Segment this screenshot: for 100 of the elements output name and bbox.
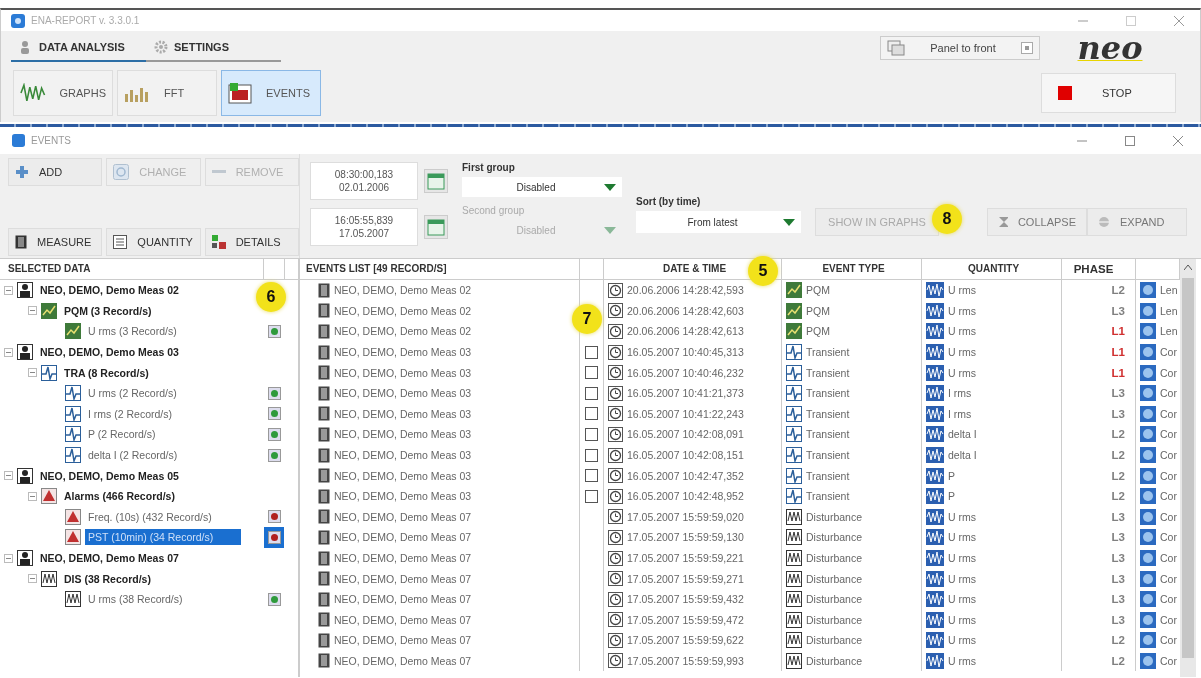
table-cell: L2 [1111, 490, 1125, 503]
stop-button[interactable]: STOP [1041, 73, 1176, 113]
clock-icon [608, 591, 623, 607]
table-cell: 16.05.2007 10:41:21,373 [627, 387, 744, 400]
table-cell: U rms [948, 634, 976, 647]
spike-icon [65, 405, 81, 422]
panel-to-front-button[interactable]: Panel to front [880, 35, 1040, 60]
view-tab[interactable]: QUANTITY [106, 228, 201, 256]
tree-item[interactable]: NEO, DEMO, Demo Meas 07 [37, 550, 182, 566]
tree-item[interactable]: PST (10min) (34 Record/s) [85, 529, 241, 546]
close-icon[interactable] [1174, 15, 1184, 26]
calendar-button[interactable] [424, 169, 448, 193]
table-cell: U rms [948, 346, 976, 359]
tree-item[interactable]: Freq. (10s) (432 Record/s) [85, 508, 215, 525]
list-icon [113, 235, 128, 249]
clock-icon [608, 509, 623, 525]
table-cell: 17.05.2007 15:59:59,622 [627, 634, 744, 647]
waveform-icon [926, 467, 944, 484]
table-cell: 16.05.2007 10:42:08,151 [627, 449, 744, 462]
tree-item[interactable]: I rms (2 Record/s) [85, 405, 175, 422]
table-cell: delta I [948, 449, 977, 462]
tree-item[interactable]: Alarms (466 Record/s) [61, 488, 178, 505]
waveform-icon [926, 364, 944, 381]
ribbon-button[interactable]: FFT [117, 70, 217, 116]
ribbon-button[interactable]: GRAPHS [13, 70, 113, 116]
tree-item[interactable]: NEO, DEMO, Demo Meas 03 [37, 344, 182, 361]
table-cell: I rms [948, 387, 972, 400]
tree-item[interactable]: P (2 Record/s) [85, 426, 159, 443]
tree-item[interactable]: NEO, DEMO, Demo Meas 02 [37, 282, 182, 299]
table-cell: PQM [806, 325, 830, 338]
table-cell: NEO, DEMO, Demo Meas 03 [334, 407, 472, 420]
table-cell: L2 [1111, 449, 1125, 462]
checkbox[interactable] [585, 366, 598, 380]
details-icon [211, 235, 226, 249]
collapse-toggle[interactable] [4, 347, 13, 357]
table-cell: L2 [1111, 655, 1125, 667]
scroll-up-icon[interactable] [1184, 265, 1192, 270]
collapse-toggle[interactable] [4, 471, 13, 481]
date-field[interactable]: 08:30:00,183 02.01.2006 [310, 162, 418, 200]
hourglass-icon [998, 216, 1008, 228]
tree-item[interactable]: PQM (3 Record/s) [61, 302, 155, 319]
waveform-icon [926, 508, 944, 525]
checkbox[interactable] [585, 469, 598, 483]
first-group-dropdown[interactable]: Disabled [462, 177, 622, 197]
collapse-toggle[interactable] [4, 553, 13, 563]
device-icon [318, 632, 330, 648]
spike-icon [786, 488, 802, 505]
waveform-icon [926, 653, 944, 669]
scrollbar[interactable] [1180, 259, 1196, 677]
field-label: Sort (by time) [636, 196, 702, 209]
close-icon[interactable] [1173, 135, 1183, 146]
tree-item[interactable]: U rms (3 Record/s) [85, 323, 180, 340]
table-cell: L3 [1111, 510, 1125, 523]
device-icon [318, 468, 330, 484]
table-cell: Transient [806, 387, 850, 400]
tree-item[interactable]: TRA (8 Record/s) [61, 364, 152, 381]
table-cell: Transient [806, 449, 850, 462]
field-label: First group [462, 162, 516, 175]
table-cell: NEO, DEMO, Demo Meas 03 [334, 428, 472, 441]
checkbox[interactable] [585, 448, 598, 462]
checkbox[interactable] [585, 345, 598, 359]
collapse-toggle[interactable] [28, 491, 37, 501]
collapse-toggle[interactable] [28, 306, 37, 316]
view-tab[interactable]: MEASURE [8, 228, 103, 256]
column-header: SELECTED DATA [0, 259, 264, 279]
table-cell: NEO, DEMO, Demo Meas 07 [334, 593, 472, 606]
waveform-icon [20, 83, 46, 103]
table-cell: Cor [1160, 346, 1177, 359]
device-icon [318, 509, 330, 525]
waveform-icon [786, 611, 802, 628]
toolbar-button[interactable]: EXPAND [1087, 208, 1187, 236]
maximize-icon[interactable] [1125, 135, 1135, 146]
checkbox[interactable] [585, 407, 598, 421]
view-tab[interactable]: DETAILS [204, 228, 299, 256]
checkbox[interactable] [585, 386, 598, 400]
tree-item[interactable]: DIS (38 Record/s) [61, 570, 154, 587]
collapse-toggle[interactable] [4, 285, 13, 295]
checkbox[interactable] [585, 489, 598, 503]
tree-item[interactable]: U rms (2 Record/s) [85, 385, 180, 402]
checkbox[interactable] [585, 427, 598, 441]
date-field[interactable]: 16:05:55,839 17.05.2007 [310, 208, 418, 246]
tree-item[interactable]: U rms (38 Record/s) [85, 591, 186, 608]
table-cell: U rms [948, 593, 976, 606]
clock-icon [608, 406, 623, 422]
clock-icon [608, 612, 623, 628]
table-cell: Cor [1160, 387, 1177, 400]
table-cell: 16.05.2007 10:40:46,232 [627, 366, 744, 379]
collapse-toggle[interactable] [28, 574, 37, 584]
tree-item[interactable]: delta I (2 Record/s) [85, 447, 181, 464]
collapse-toggle[interactable] [28, 368, 37, 378]
ribbon-button[interactable]: EVENTS [221, 70, 321, 116]
action-button[interactable]: ADD [8, 158, 103, 186]
calendar-button[interactable] [424, 215, 448, 239]
minus-icon [211, 169, 226, 175]
sort-dropdown[interactable]: From latest [636, 211, 801, 233]
tree-item[interactable]: NEO, DEMO, Demo Meas 05 [37, 467, 182, 484]
toolbar-button[interactable]: COLLAPSE [987, 208, 1087, 236]
waveform-icon [786, 653, 802, 669]
waveform-icon [786, 632, 802, 649]
device-icon [318, 550, 330, 566]
